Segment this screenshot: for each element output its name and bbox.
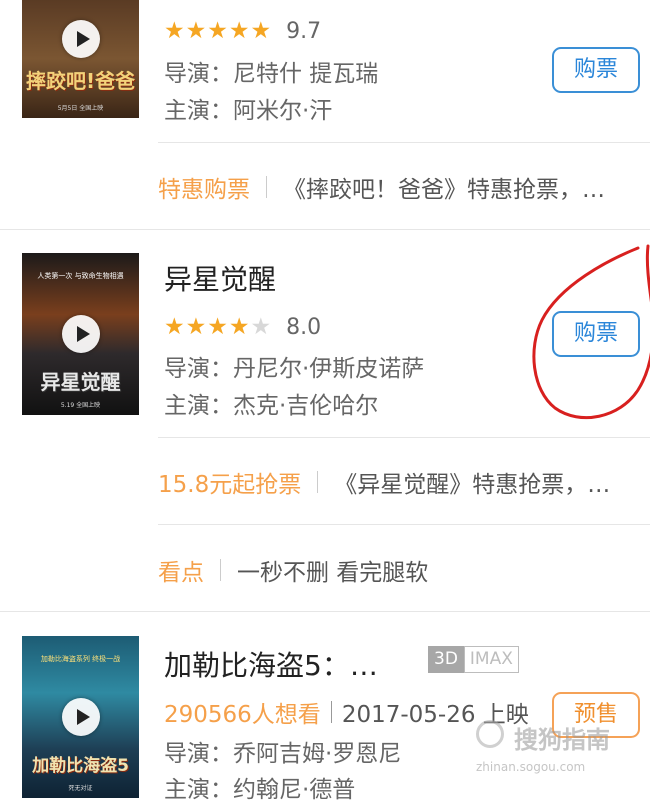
poster-tagline: 加勒比海盗系列 终极一战: [40, 655, 121, 663]
poster-title: 摔跤吧!爸爸: [26, 69, 136, 93]
movie-poster[interactable]: 摔跤吧!爸爸 5月5日 全国上映: [22, 0, 139, 118]
star-icon: ★: [250, 18, 272, 44]
director: 导演：丹尼尔·伊斯皮诺萨: [164, 356, 425, 382]
highlight-desc: 一秒不删 看完腿软: [237, 560, 429, 586]
want-count: 290566人想看: [164, 702, 321, 728]
poster-title: 异星觉醒: [40, 370, 121, 394]
want-separator: [330, 701, 332, 723]
watermark: 搜狗指南: [514, 726, 610, 754]
promo-tag: 15.8元起抢票: [158, 472, 302, 498]
rating-score: 8.0: [286, 314, 322, 340]
star-icon: ★: [228, 18, 250, 44]
promo-tag: 特惠购票: [158, 177, 250, 203]
section-divider: [0, 229, 650, 230]
star-icon: ★: [207, 314, 228, 340]
divider: [158, 524, 650, 525]
star-icon: ★: [185, 314, 207, 340]
star-icon: ★: [228, 314, 250, 340]
badge-3d: 3D: [428, 646, 464, 673]
watermark-url: zhinan.sogou.com: [476, 760, 586, 774]
cast: 主演：杰克·吉伦哈尔: [164, 393, 379, 419]
director: 导演：尼特什 提瓦瑞: [164, 61, 379, 87]
promo-row[interactable]: 15.8元起抢票 《异星觉醒》特惠抢票，…: [158, 467, 611, 498]
watermark-logo-icon: [476, 720, 504, 748]
cast: 主演：约翰尼·德普: [164, 777, 356, 803]
rating-stars: ★ ★ ★ ★ ★ 9.7: [164, 18, 321, 44]
star-icon: ★: [250, 314, 272, 340]
poster-title: 加勒比海盗5: [32, 756, 129, 776]
poster-subtitle: 5月5日 全国上映: [57, 105, 104, 112]
divider: [158, 142, 650, 143]
play-icon[interactable]: [61, 20, 100, 58]
play-icon[interactable]: [61, 315, 100, 353]
divider: [158, 437, 650, 438]
movie-title[interactable]: 异星觉醒: [164, 258, 276, 298]
highlight-tag: 看点: [158, 560, 204, 586]
star-icon: ★: [207, 18, 228, 44]
play-icon[interactable]: [61, 698, 100, 736]
poster-tagline: 人类第一次 与致命生物相遇: [37, 272, 124, 280]
promo-row[interactable]: 特惠购票 《摔跤吧！爸爸》特惠抢票，…: [158, 172, 605, 203]
star-icon: ★: [164, 18, 185, 44]
director: 导演：乔阿吉姆·罗恩尼: [164, 741, 402, 767]
movie-title[interactable]: 加勒比海盗5：…: [164, 644, 378, 684]
rating-stars: ★ ★ ★ ★ ★ 8.0: [164, 314, 321, 340]
section-divider: [0, 611, 650, 612]
movie-poster[interactable]: 人类第一次 与致命生物相遇 异星觉醒 5.19 全国上映: [22, 253, 139, 415]
highlight-separator: [220, 559, 221, 581]
star-icon: ★: [185, 18, 207, 44]
poster-subtitle: 5.19 全国上映: [60, 402, 101, 409]
format-badge: 3D IMAX: [428, 646, 519, 673]
buy-ticket-button[interactable]: 购票: [552, 311, 640, 357]
star-icon: ★: [164, 314, 185, 340]
highlight-row[interactable]: 看点 一秒不删 看完腿软: [158, 555, 429, 586]
rating-score: 9.7: [286, 18, 322, 44]
promo-desc: 《摔跤吧！爸爸》特惠抢票，…: [283, 177, 605, 203]
release-date: 2017-05-26 上映: [341, 702, 529, 728]
promo-separator: [317, 471, 319, 493]
want-to-see-row: 290566人想看 2017-05-26 上映: [164, 695, 529, 729]
poster-subtitle: 死无对证: [68, 785, 93, 792]
buy-ticket-button[interactable]: 购票: [552, 47, 640, 93]
promo-separator: [266, 176, 267, 198]
badge-imax: IMAX: [463, 646, 519, 673]
promo-desc: 《异星觉醒》特惠抢票，…: [334, 472, 611, 498]
movie-poster[interactable]: 加勒比海盗系列 终极一战 加勒比海盗5 死无对证: [22, 636, 139, 798]
cast: 主演：阿米尔·汗: [164, 98, 333, 124]
